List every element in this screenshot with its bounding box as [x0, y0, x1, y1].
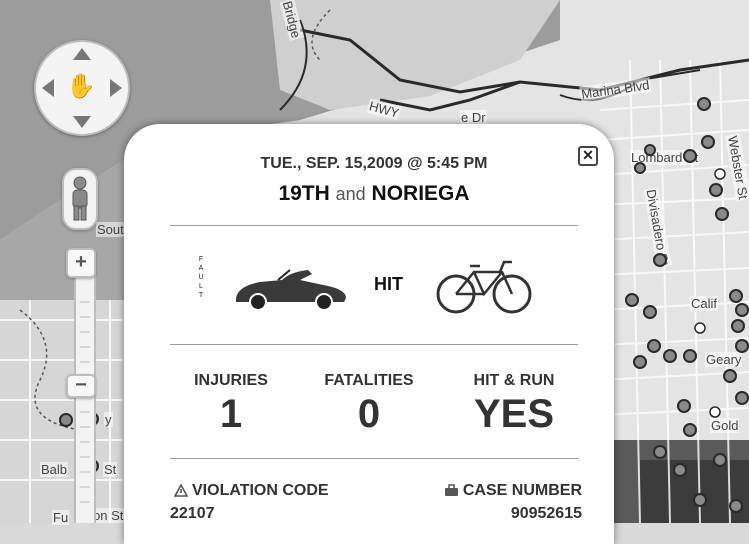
case-number-value: 90952615	[510, 505, 582, 522]
injuries-stat: INJURIES 1	[166, 372, 296, 437]
bicycle-icon	[436, 260, 532, 314]
injuries-label: INJURIES	[194, 372, 268, 389]
pegman-icon	[72, 176, 88, 221]
car-icon	[236, 269, 346, 311]
violation-code-value: 22107	[170, 505, 215, 522]
zoom-in-button[interactable]: +	[66, 248, 96, 278]
street-view-pegman-button[interactable]	[62, 168, 98, 230]
violation-code-label-group: VIOLATION CODE	[174, 482, 329, 500]
fatalities-label: FATALITIES	[324, 372, 414, 389]
pan-left-icon[interactable]	[42, 79, 54, 97]
case-number-label-group: CASE NUMBER	[444, 482, 582, 500]
fatalities-stat: FATALITIES 0	[304, 372, 434, 437]
hand-icon[interactable]: ✋	[66, 72, 96, 102]
fault-label: FAULT	[198, 256, 204, 299]
hit-and-run-value: YES	[473, 392, 555, 436]
briefcase-icon	[444, 484, 458, 497]
zoom-slider-handle[interactable]: −	[66, 374, 96, 398]
injuries-value: 1	[219, 392, 243, 436]
collision-location: 19TH and NORIEGA	[124, 182, 624, 206]
violation-code-label: VIOLATION CODE	[192, 482, 329, 499]
street-b: NORIEGA	[371, 182, 470, 205]
case-number-label: CASE NUMBER	[462, 482, 582, 499]
fatalities-value: 0	[357, 392, 381, 436]
pan-down-icon[interactable]	[73, 116, 91, 128]
street-a: 19TH	[278, 182, 330, 205]
divider	[170, 344, 578, 345]
hit-and-run-label: HIT & RUN	[473, 372, 555, 389]
divider	[170, 225, 578, 226]
collision-date: TUE., SEP. 15,2009 @ 5:45 PM	[260, 155, 488, 172]
location-connector: and	[335, 184, 366, 204]
pan-up-icon[interactable]	[73, 48, 91, 60]
hit-and-run-stat: HIT & RUN YES	[449, 372, 579, 437]
collision-info-popup: ✕ TUE., SEP. 15,2009 @ 5:45 PM 19TH and …	[124, 124, 614, 544]
divider	[170, 458, 578, 459]
warning-icon	[174, 484, 188, 498]
action-label: HIT	[374, 274, 403, 294]
pan-control[interactable]: ✋	[34, 40, 130, 136]
pan-right-icon[interactable]	[110, 79, 122, 97]
